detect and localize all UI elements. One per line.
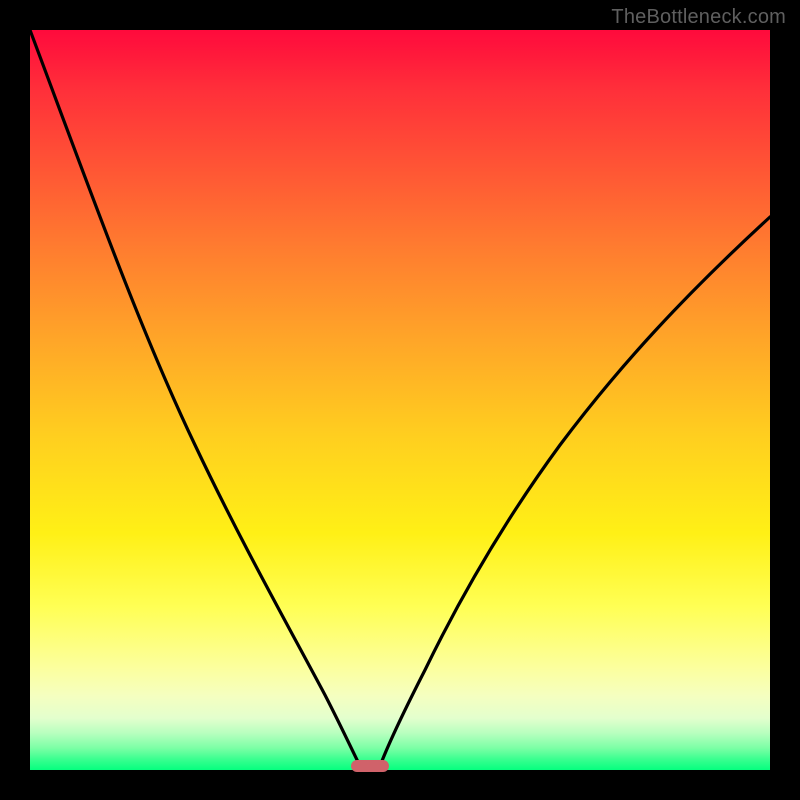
left-curve xyxy=(30,30,360,766)
curve-layer xyxy=(30,30,770,770)
right-curve xyxy=(380,217,770,766)
chart-frame: TheBottleneck.com xyxy=(0,0,800,800)
watermark-text: TheBottleneck.com xyxy=(611,6,786,29)
minimum-marker xyxy=(351,760,389,772)
